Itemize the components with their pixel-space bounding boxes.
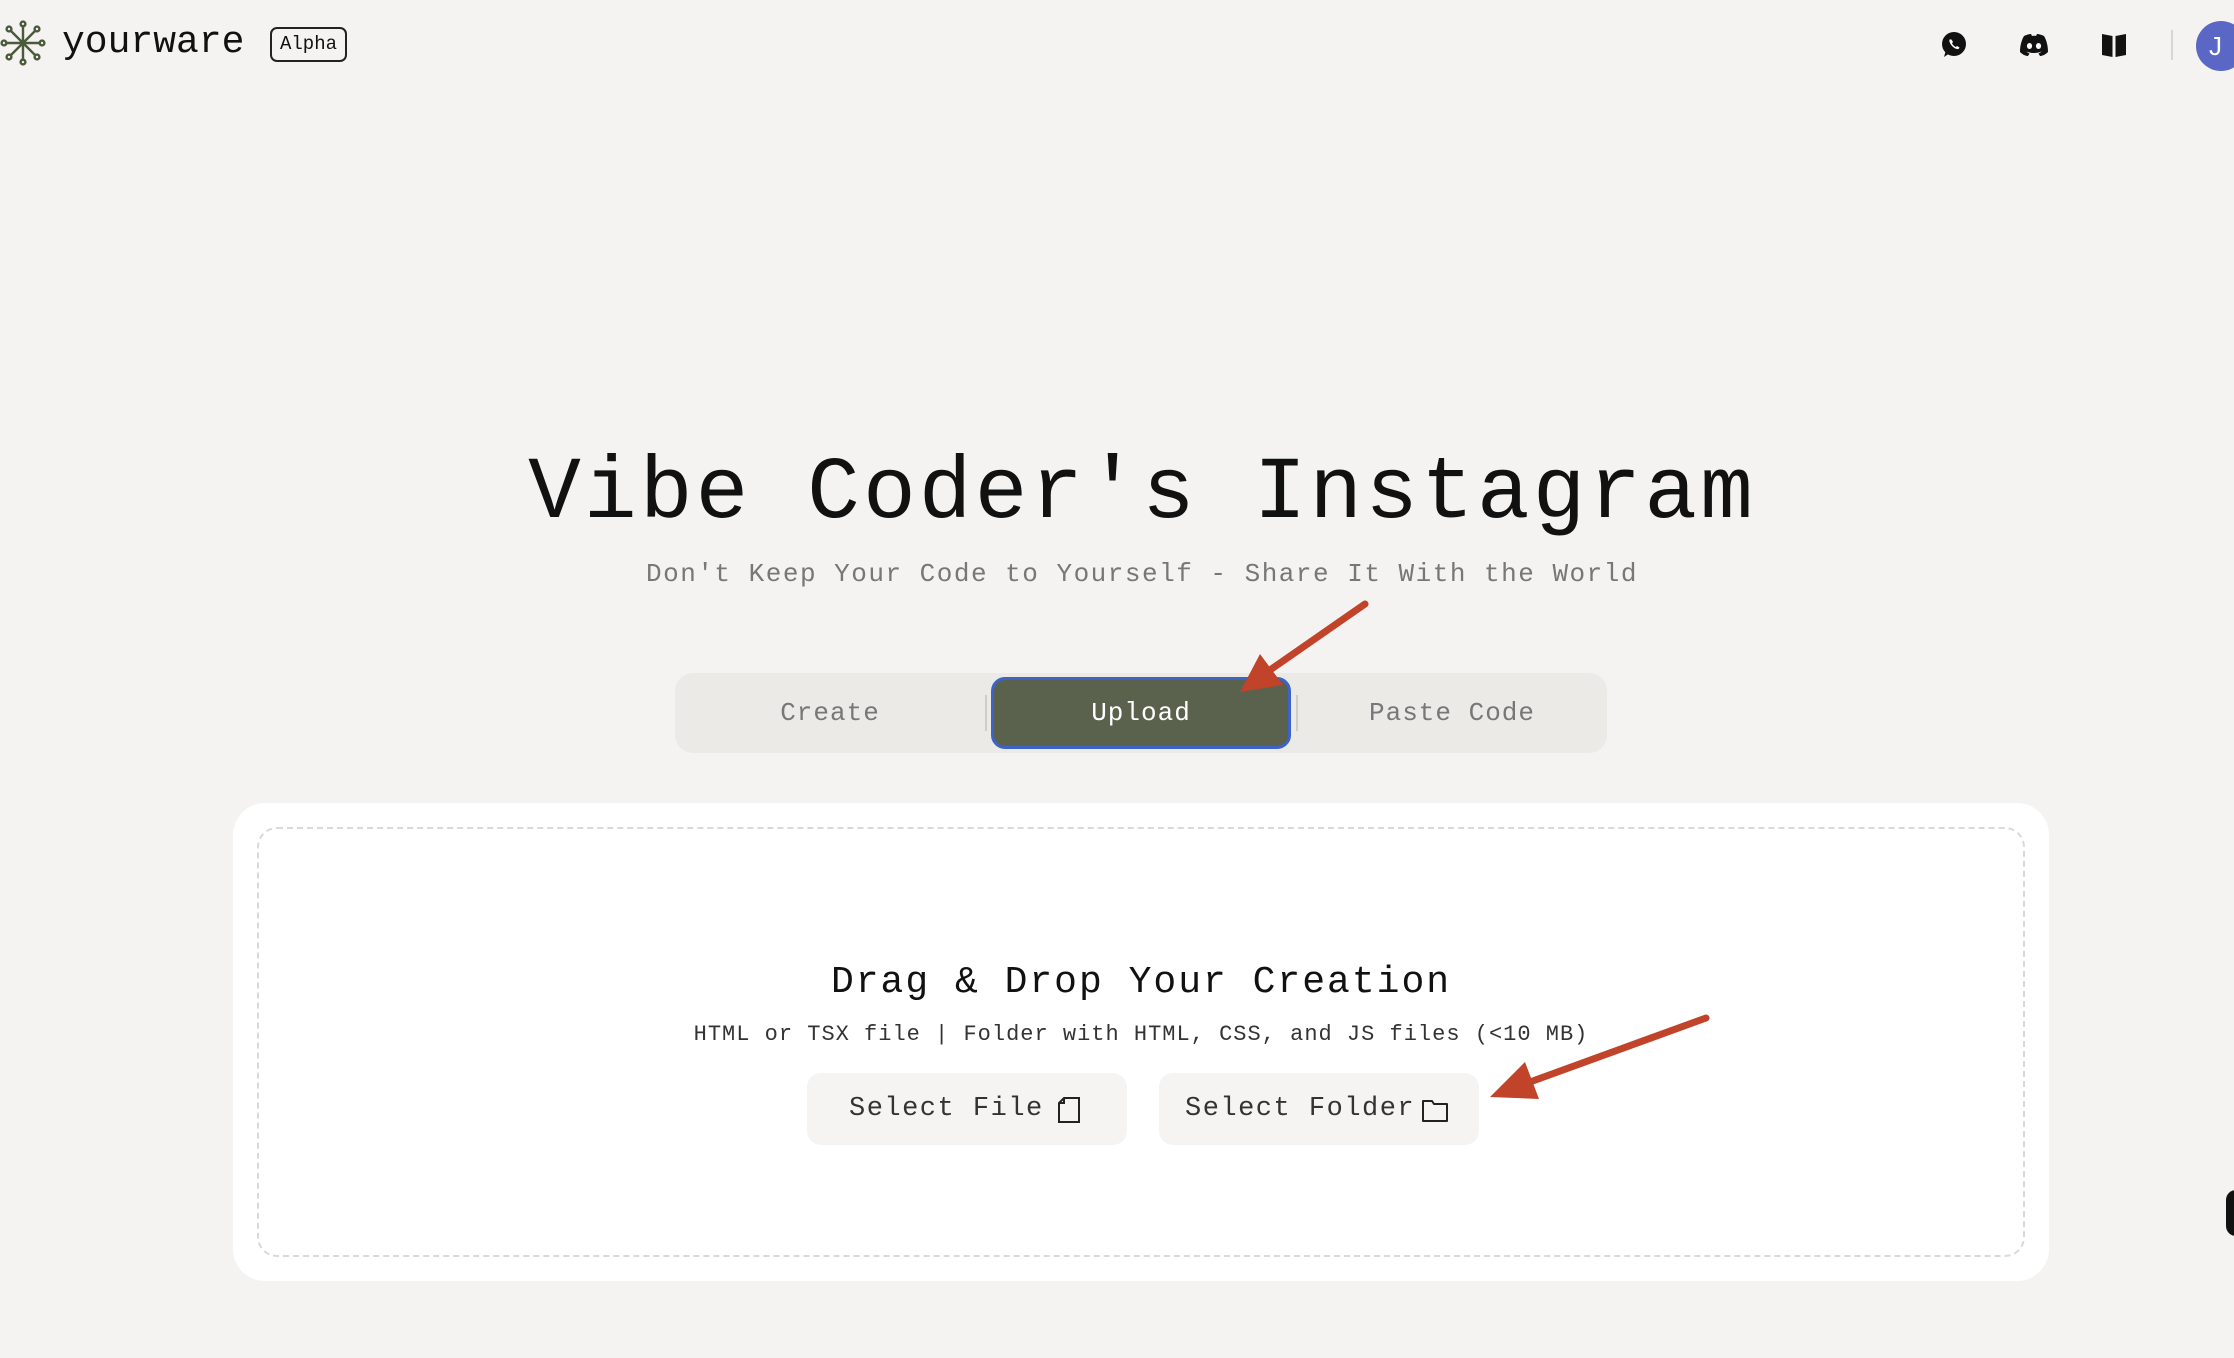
header-divider: [2171, 30, 2173, 60]
drop-zone-title: Drag & Drop Your Creation: [830, 961, 1452, 1004]
select-file-button[interactable]: Select File: [807, 1073, 1127, 1145]
tab-upload[interactable]: Upload: [991, 677, 1291, 749]
tab-separator: [985, 695, 987, 731]
whatsapp-icon[interactable]: [1937, 28, 1971, 62]
select-folder-label: Select Folder: [1185, 1094, 1416, 1124]
floating-widget-edge[interactable]: [2226, 1190, 2234, 1236]
drop-zone-description: HTML or TSX file | Folder with HTML, CSS…: [693, 1022, 1589, 1047]
yourware-logo-icon[interactable]: [0, 20, 46, 66]
select-folder-button[interactable]: Select Folder: [1159, 1073, 1479, 1145]
tab-create[interactable]: Create: [679, 677, 981, 749]
file-icon: [1058, 1097, 1080, 1123]
mode-tabs: Create Upload Paste Code: [675, 673, 1607, 753]
tab-separator: [1296, 695, 1298, 731]
brand-name[interactable]: yourware: [62, 18, 244, 68]
discord-icon[interactable]: [2017, 28, 2051, 62]
tab-paste-code[interactable]: Paste Code: [1301, 677, 1603, 749]
page-title: Vibe Coder's Instagram: [528, 445, 1756, 544]
select-file-label: Select File: [849, 1094, 1044, 1124]
folder-icon: [1422, 1100, 1448, 1122]
top-bar: yourware Alpha J: [0, 0, 2234, 90]
user-avatar[interactable]: J: [2196, 21, 2234, 71]
page-subtitle: Don't Keep Your Code to Yourself - Share…: [646, 559, 1638, 589]
drop-zone[interactable]: Drag & Drop Your Creation HTML or TSX fi…: [257, 827, 2025, 1257]
alpha-badge: Alpha: [270, 27, 348, 62]
upload-card: Drag & Drop Your Creation HTML or TSX fi…: [233, 803, 2049, 1281]
book-icon[interactable]: [2097, 28, 2131, 62]
